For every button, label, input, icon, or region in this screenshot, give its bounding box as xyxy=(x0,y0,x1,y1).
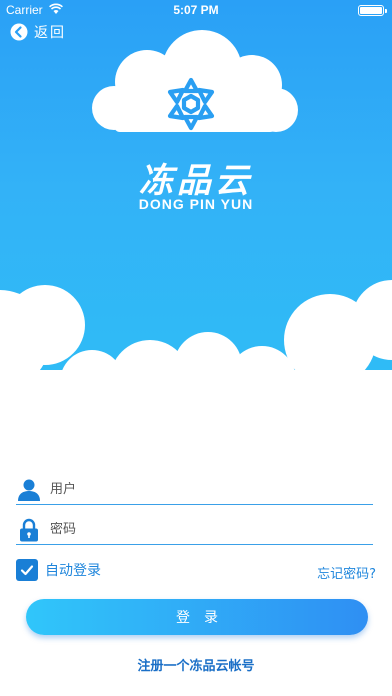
register-link[interactable]: 注册一个冻品云帐号 xyxy=(0,655,392,674)
login-screen: Carrier 5:07 PM 返回 冻品云 DONG PIN YUN 用户 自… xyxy=(0,0,392,696)
user-icon xyxy=(18,479,40,501)
password-input[interactable] xyxy=(50,522,350,537)
back-arrow-icon xyxy=(10,23,28,41)
back-button[interactable]: 返回 xyxy=(10,20,66,44)
username-field xyxy=(16,475,373,505)
username-input[interactable] xyxy=(50,482,350,497)
auto-login-checkbox[interactable] xyxy=(16,559,38,581)
brand-name-cn: 冻品云 xyxy=(139,161,253,201)
status-bar: Carrier 5:07 PM xyxy=(0,0,392,20)
lock-icon xyxy=(20,518,38,541)
back-label: 返回 xyxy=(34,25,66,41)
password-field xyxy=(16,515,373,545)
auto-login-label: 自动登录 xyxy=(45,563,101,579)
login-button[interactable]: 登录 xyxy=(26,599,368,635)
check-icon xyxy=(20,565,34,576)
battery-icon xyxy=(358,5,387,16)
logo-cloud xyxy=(92,30,298,132)
auto-login-toggle[interactable]: 自动登录 xyxy=(16,559,101,581)
brand-name-en: DONG PIN YUN xyxy=(138,196,254,212)
cloud-bank xyxy=(0,280,392,420)
status-time: 5:07 PM xyxy=(173,3,219,17)
forgot-password-link[interactable]: 忘记密码? xyxy=(317,563,376,582)
